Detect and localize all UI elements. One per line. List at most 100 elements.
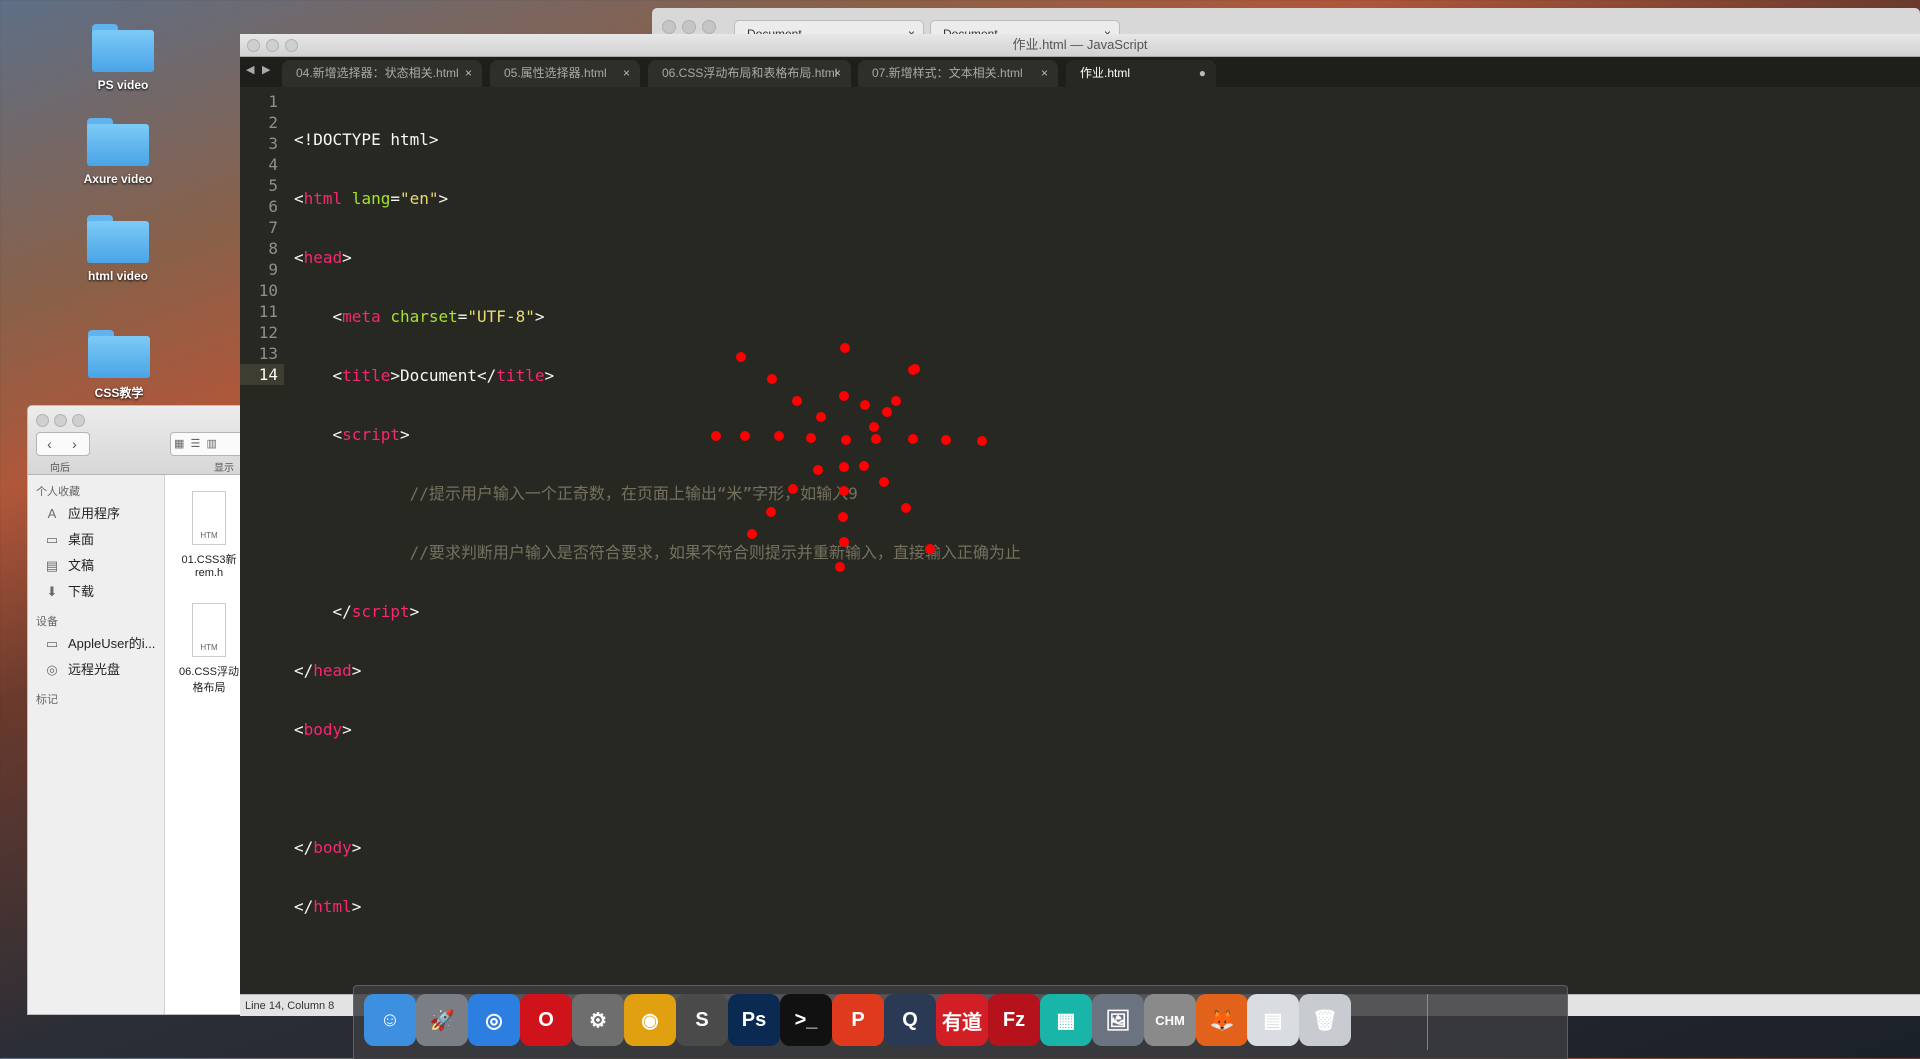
red-dot	[767, 374, 777, 384]
firefox-glyph: 🦊	[1209, 1009, 1235, 1032]
minimize-button[interactable]	[54, 414, 67, 427]
desktop-folder-label: Axure video	[83, 172, 153, 186]
folder-icon	[87, 215, 149, 263]
launchpad-icon[interactable]: 🚀	[416, 994, 468, 1046]
finder-toolbar: ‹ › ▦ ☰ ▥ 向后 显示	[28, 406, 244, 475]
sidebar-item-downloads[interactable]: ⬇ 下载	[28, 579, 164, 605]
sidebar-item-computer[interactable]: ▭ AppleUser的i...	[28, 631, 164, 657]
firefox-icon[interactable]: 🦊	[1196, 994, 1248, 1046]
safari-icon[interactable]: ◎	[468, 994, 520, 1046]
red-dot	[766, 507, 776, 517]
red-dot	[839, 391, 849, 401]
red-dot	[871, 434, 881, 444]
desktop-folder-axure-video[interactable]: Axure video	[58, 118, 178, 186]
red-dot	[941, 435, 951, 445]
finder-glyph: ☺	[379, 1008, 401, 1031]
opera-icon[interactable]: O	[520, 994, 572, 1046]
preview-icon[interactable]: 🖼	[1092, 994, 1144, 1046]
red-dot	[792, 396, 802, 406]
chm-viewer-glyph: CHM	[1155, 1012, 1185, 1028]
sidebar-item-label: 远程光盘	[68, 662, 121, 677]
dock: ☺ 🚀 ◎ O ⚙ ◉ S Ps >_ P Q 有道 Fz ▦ 🖼 CHM 🦊 ▤ 🗑	[353, 985, 1568, 1059]
red-dot	[925, 544, 935, 554]
dock-separator	[1427, 994, 1428, 1050]
filezilla-icon[interactable]: Fz	[988, 994, 1040, 1046]
desktop-folder-label: html video	[87, 269, 148, 283]
desktop-icon: ▭	[45, 532, 59, 547]
chrome-icon[interactable]: ◉	[624, 994, 676, 1046]
desktop-folder-css[interactable]: CSS教学	[59, 330, 179, 401]
zoom-button[interactable]	[72, 414, 85, 427]
documents-icon: ▤	[45, 558, 59, 573]
chm-viewer-icon[interactable]: CHM	[1144, 994, 1196, 1046]
view-label: 显示	[214, 463, 234, 474]
sublime-text-icon[interactable]: S	[676, 994, 728, 1046]
back-label: 向后	[50, 463, 70, 474]
chevron-left-icon[interactable]: ‹	[37, 433, 62, 455]
red-dots-drawing	[711, 343, 987, 572]
sidebar-section-devices: 设备	[36, 616, 58, 628]
file-name: 01.CSS3新	[181, 554, 237, 566]
filezilla-glyph: Fz	[1002, 1008, 1026, 1031]
quicktime-glyph: Q	[902, 1008, 918, 1031]
wps-icon[interactable]: P	[832, 994, 884, 1046]
minimize-button[interactable]	[682, 20, 696, 34]
html-file-icon: HTM	[192, 603, 226, 657]
chrome-glyph: ◉	[641, 1009, 659, 1032]
desktop-folder-label: CSS教学	[94, 386, 144, 400]
red-dot	[882, 407, 892, 417]
red-dot	[813, 465, 823, 475]
red-dot	[869, 422, 879, 432]
sidebar-item-documents[interactable]: ▤ 文稿	[28, 553, 164, 579]
file-item[interactable]: HTM 06.CSS浮动 格布局	[169, 603, 244, 695]
sidebar-item-label: 下载	[68, 584, 95, 599]
file-item[interactable]: HTM 01.CSS3新 rem.h	[169, 491, 244, 579]
documents-glyph: ▤	[1263, 1009, 1283, 1032]
youdao-glyph: 有道	[942, 1011, 982, 1034]
desktop-folder-html-video[interactable]: html video	[58, 215, 178, 283]
red-dot	[901, 503, 911, 513]
quicktime-icon[interactable]: Q	[884, 994, 936, 1046]
safari-glyph: ◎	[485, 1009, 503, 1032]
sidebar-item-desktop[interactable]: ▭ 桌面	[28, 527, 164, 553]
red-dot	[908, 434, 918, 444]
mosaic-icon[interactable]: ▦	[1040, 994, 1092, 1046]
red-dot	[806, 433, 816, 443]
file-badge: HTM	[200, 643, 218, 652]
preview-glyph: 🖼	[1105, 1009, 1131, 1032]
photoshop-icon[interactable]: Ps	[728, 994, 780, 1046]
finder-window[interactable]: ‹ › ▦ ☰ ▥ 向后 显示 个人收藏 A 应用程序 ▭ 桌面 ▤ 文稿 ⬇ 下载 设备…	[27, 405, 245, 1015]
red-dot	[977, 436, 987, 446]
red-dot	[839, 486, 849, 496]
editor-window[interactable]: 作业.html — JavaScript ◀ ▶ 04.新增选择器：状态相关.h…	[240, 34, 1920, 1016]
red-dot	[891, 396, 901, 406]
opera-glyph: O	[538, 1008, 554, 1031]
photoshop-glyph: Ps	[741, 1008, 767, 1031]
sidebar-item-label: 文稿	[68, 558, 95, 573]
documents-icon[interactable]: ▤	[1247, 994, 1299, 1046]
desktop-folder-ps-video[interactable]: PS video	[63, 24, 183, 92]
view-mode-control[interactable]: ▦ ☰ ▥	[170, 432, 244, 456]
chevron-right-icon[interactable]: ›	[62, 433, 87, 455]
red-dot	[711, 431, 721, 441]
file-badge: HTM	[200, 531, 218, 540]
close-button[interactable]	[662, 20, 676, 34]
red-dot	[841, 435, 851, 445]
red-dot	[740, 431, 750, 441]
system-preferences-icon[interactable]: ⚙	[572, 994, 624, 1046]
close-button[interactable]	[36, 414, 49, 427]
trash-icon[interactable]: 🗑	[1299, 994, 1351, 1046]
sidebar-item-remote-disc[interactable]: ◎ 远程光盘	[28, 657, 164, 683]
youdao-icon[interactable]: 有道	[936, 994, 988, 1046]
sidebar-item-label: 桌面	[68, 532, 95, 547]
finder-icon[interactable]: ☺	[364, 994, 416, 1046]
red-dot	[860, 400, 870, 410]
back-forward-control[interactable]: ‹ ›	[36, 432, 90, 456]
terminal-icon[interactable]: >_	[780, 994, 832, 1046]
red-dot	[788, 484, 798, 494]
red-dot	[840, 343, 850, 353]
folder-icon	[92, 24, 154, 72]
finder-file-area: HTM 01.CSS3新 rem.h HTM 06.CSS浮动 格布局	[165, 475, 244, 1014]
zoom-button[interactable]	[702, 20, 716, 34]
sidebar-item-applications[interactable]: A 应用程序	[28, 501, 164, 527]
